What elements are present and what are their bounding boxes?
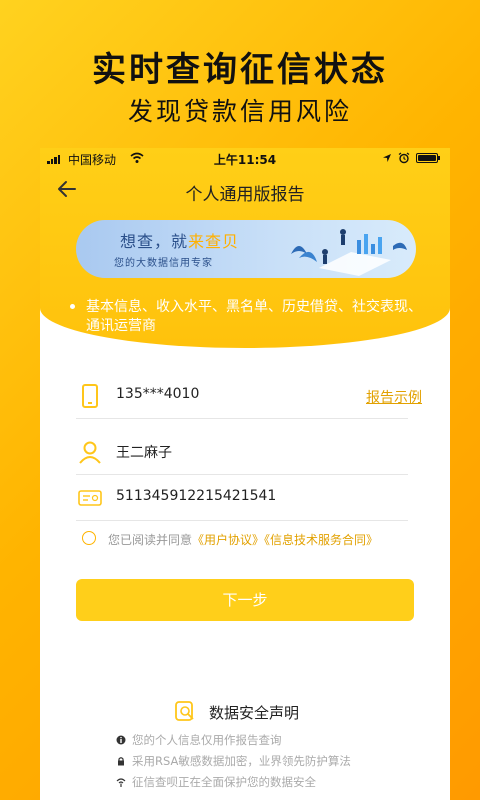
agreement-text: 您已阅读并同意《用户协议》《信息技术服务合同》 (108, 531, 378, 548)
agreement-prefix: 您已阅读并同意 (108, 533, 193, 547)
user-agreement-link[interactable]: 《用户协议》 (192, 533, 264, 547)
data-analysis-illustration (291, 229, 407, 276)
service-contract-link[interactable]: 《信息技术服务合同》 (264, 533, 378, 547)
report-example-link[interactable]: 报告示例 (366, 387, 422, 407)
id-card-icon (78, 490, 102, 506)
security-item: 征信查呗正在全面保护您的数据安全 (116, 772, 351, 793)
promo-title: 实时查询征信状态 (92, 50, 388, 90)
agreement-checkbox[interactable] (82, 531, 96, 545)
phone-screen: 中国移动 上午11:54 个人通用版报告 想查，就来查贝 您的大数据信用专家 基… (40, 148, 450, 800)
promo-subtitle: 发现贷款信用风险 (127, 97, 352, 126)
bullet-dot (70, 304, 75, 309)
security-item: 采用RSA敏感数据加密，业界领先防护算法 (116, 751, 351, 772)
security-list: 您的个人信息仅用作报告查询 采用RSA敏感数据加密，业界领先防护算法 征信查呗正… (116, 730, 351, 793)
location-icon (383, 154, 391, 162)
lock-icon (118, 757, 124, 766)
battery-icon (416, 153, 440, 163)
security-item: 您的个人信息仅用作报告查询 (116, 730, 351, 751)
banner-slogan: 想查，就来查贝 (120, 228, 239, 252)
security-item-text: 您的个人信息仅用作报告查询 (132, 733, 282, 747)
name-field[interactable]: 王二麻子 (76, 430, 408, 475)
security-title: 数据安全声明 (209, 704, 300, 722)
user-icon (79, 441, 101, 464)
next-step-button[interactable]: 下一步 (76, 579, 414, 621)
id-card-field[interactable]: 511345912215421541 (76, 476, 408, 521)
page-title: 个人通用版报告 (185, 185, 305, 205)
alarm-icon (398, 152, 410, 164)
id-card-value[interactable]: 511345912215421541 (116, 488, 276, 504)
banner-slogan-highlight: 来查贝 (188, 232, 240, 251)
phone-icon (82, 384, 98, 408)
security-item-text: 采用RSA敏感数据加密，业界领先防护算法 (132, 754, 351, 768)
signal-wave-icon (116, 778, 126, 787)
promo-banner[interactable]: 想查，就来查贝 您的大数据信用专家 (76, 220, 416, 278)
name-value[interactable]: 王二麻子 (116, 442, 172, 462)
status-bar: 中国移动 上午11:54 (40, 148, 450, 170)
phone-field[interactable]: 135***4010 报告示例 (76, 374, 422, 419)
banner-slogan-prefix: 想查，就 (120, 232, 189, 251)
feature-text: 基本信息、收入水平、黑名单、历史借贷、社交表现、通讯运营商 (86, 299, 422, 334)
feature-list: 基本信息、收入水平、黑名单、历史借贷、社交表现、通讯运营商 (70, 298, 422, 336)
info-icon (116, 735, 126, 745)
shield-check-icon (175, 701, 194, 721)
security-item-text: 征信查呗正在全面保护您的数据安全 (132, 775, 316, 789)
security-header: 数据安全声明 (40, 700, 450, 724)
phone-value[interactable]: 135***4010 (116, 386, 199, 402)
banner-subtitle: 您的大数据信用专家 (114, 258, 213, 269)
